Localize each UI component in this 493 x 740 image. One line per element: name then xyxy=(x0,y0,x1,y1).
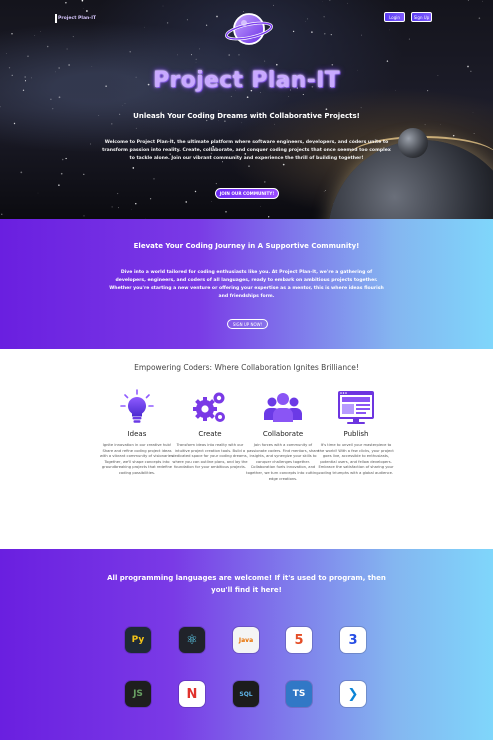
hero-title: Project Plan-IT xyxy=(153,68,340,93)
gears-icon xyxy=(193,392,225,422)
feature-create: Create Transform ideas into reality with… xyxy=(172,387,248,471)
community-title: Elevate Your Coding Journey in A Support… xyxy=(133,242,360,250)
feature-ideas: Ideas Ignite innovation in our creative … xyxy=(99,387,175,477)
nodejs-icon: JS xyxy=(125,681,151,707)
hero-description: Welcome to Project Plan-It, the ultimate… xyxy=(102,140,391,161)
feature-description: Join forces with a community of passiona… xyxy=(246,443,320,481)
react-icon: ⚛ xyxy=(179,627,205,653)
lightbulb-icon xyxy=(120,389,154,423)
feature-name: Publish xyxy=(343,430,369,438)
signup-button[interactable]: Sign Up xyxy=(411,12,432,22)
sql-icon: SQL xyxy=(233,681,259,707)
languages-section: All programming languages are welcome! I… xyxy=(0,549,493,740)
hero-section: Project Plan-IT Login Sign Up Project Pl… xyxy=(0,0,493,219)
languages-title: All programming languages are welcome! I… xyxy=(107,574,386,594)
community-description: Dive into a world tailored for coding en… xyxy=(109,270,384,299)
features-title: Empowering Coders: Where Collaboration I… xyxy=(134,363,359,372)
join-community-button[interactable]: JOIN OUR COMMUNITY! xyxy=(215,188,279,199)
planet-logo-icon xyxy=(225,13,273,45)
community-section: Elevate Your Coding Journey in A Support… xyxy=(0,219,493,349)
hero-subtitle: Unleash Your Coding Dreams with Collabor… xyxy=(133,112,360,120)
css3-icon: 3 xyxy=(340,627,366,653)
html5-icon: 5 xyxy=(286,627,312,653)
feature-name: Ideas xyxy=(127,430,147,438)
typescript-icon: TS xyxy=(286,681,312,707)
python-icon: Py xyxy=(125,627,151,653)
feature-description: Ignite innovation in our creative hub! S… xyxy=(99,443,175,475)
team-icon xyxy=(264,393,302,422)
features-section: Empowering Coders: Where Collaboration I… xyxy=(0,349,493,549)
feature-description: It's time to unveil your masterpiece to … xyxy=(318,443,394,475)
feature-publish: Publish It's time to unveil your masterp… xyxy=(318,387,394,477)
feature-name: Collaborate xyxy=(262,430,304,438)
header-logo[interactable]: Project Plan-IT xyxy=(56,10,96,26)
vscode-icon: ❯ xyxy=(340,681,366,707)
signup-now-button[interactable]: SIGN UP NOW! xyxy=(227,319,268,329)
feature-collaborate: Collaborate Join forces with a community… xyxy=(245,387,321,482)
feature-description: Transform ideas into reality with our in… xyxy=(172,443,248,470)
publish-website-icon xyxy=(338,391,374,424)
java-icon: Java xyxy=(233,627,259,653)
feature-name: Create xyxy=(198,430,222,438)
nativescript-icon: N xyxy=(179,681,205,707)
header-logo-text: Project Plan-IT xyxy=(58,15,97,21)
moon-decoration xyxy=(398,128,428,158)
login-button[interactable]: Login xyxy=(384,12,405,22)
